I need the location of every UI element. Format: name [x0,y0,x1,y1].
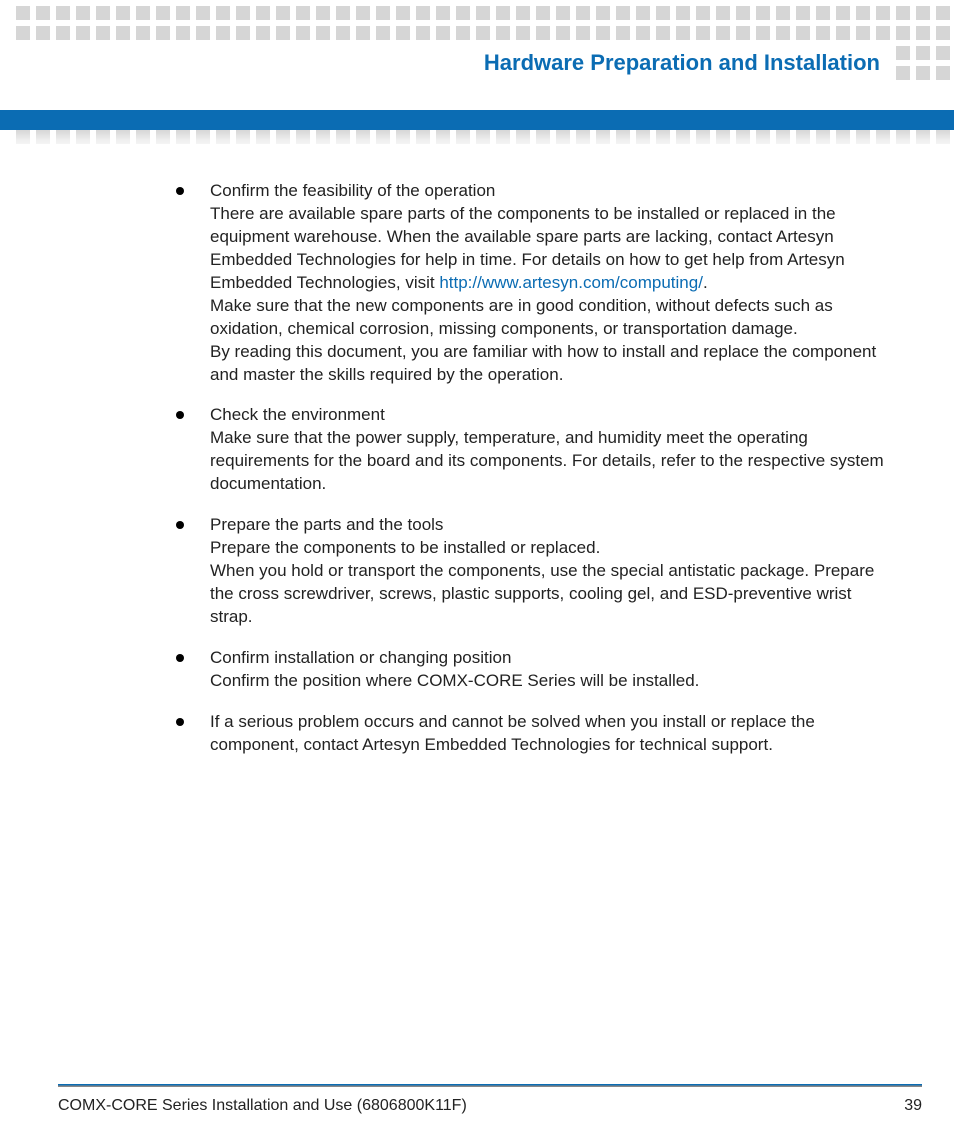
bullet-list: Confirm the feasibility of the operation… [170,180,894,757]
list-item-lead: Prepare the parts and the tools [210,514,894,537]
list-item-lead: Check the environment [210,404,894,427]
list-item: Check the environment Make sure that the… [170,404,894,496]
list-item-lead: Confirm the feasibility of the operation [210,180,894,203]
list-item: Confirm installation or changing positio… [170,647,894,693]
list-item-body: If a serious problem occurs and cannot b… [210,712,815,754]
list-item-lead: Confirm installation or changing positio… [210,647,894,670]
list-item-body: Make sure that the power supply, tempera… [210,428,884,493]
list-item-body: Confirm the position where COMX-CORE Ser… [210,671,699,690]
page-footer: COMX-CORE Series Installation and Use (6… [58,1084,922,1115]
footer-doc-title: COMX-CORE Series Installation and Use (6… [58,1097,467,1115]
list-item-body: Prepare the components to be installed o… [210,538,874,626]
list-item: If a serious problem occurs and cannot b… [170,711,894,757]
footer-page-number: 39 [904,1097,922,1115]
body-content: Confirm the feasibility of the operation… [170,180,894,775]
list-item: Confirm the feasibility of the operation… [170,180,894,386]
artesyn-link[interactable]: http://www.artesyn.com/computing/ [439,273,703,292]
list-item: Prepare the parts and the tools Prepare … [170,514,894,629]
decorative-dot-grid-fade [16,130,954,150]
header-blue-bar [0,110,954,130]
footer-rule [58,1084,922,1087]
page-header-title: Hardware Preparation and Installation [0,44,894,82]
